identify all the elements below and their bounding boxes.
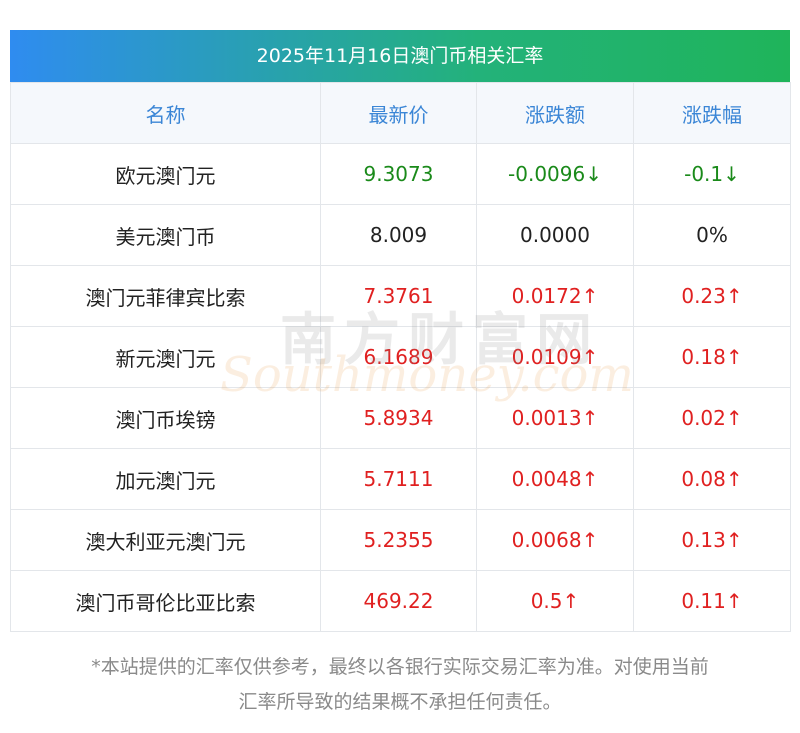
- row-pct: 0.08↑: [633, 448, 791, 510]
- row-name: 美元澳门币: [10, 204, 321, 266]
- row-price: 469.22: [320, 570, 477, 632]
- table-row: 澳大利亚元澳门元 5.2355 0.0068↑ 0.13↑: [10, 509, 791, 571]
- row-pct: 0.18↑: [633, 326, 791, 388]
- row-change: 0.0172↑: [476, 265, 634, 327]
- table-header-row: 名称 最新价 涨跌额 涨跌幅: [10, 82, 791, 144]
- row-price: 9.3073: [320, 143, 477, 205]
- disclaimer-line-2: 汇率所导致的结果概不承担任何责任。: [238, 691, 562, 713]
- row-pct: 0.11↑: [633, 570, 791, 632]
- rates-panel: 2025年11月16日澳门币相关汇率 名称 最新价 涨跌额 涨跌幅 欧元澳门元 9…: [10, 30, 791, 632]
- row-price: 7.3761: [320, 265, 477, 327]
- table-row: 欧元澳门元 9.3073 -0.0096↓ -0.1↓: [10, 143, 791, 205]
- header-name: 名称: [10, 82, 321, 144]
- row-pct: 0.02↑: [633, 387, 791, 449]
- disclaimer: *本站提供的汇率仅供参考，最终以各银行实际交易汇率为准。对使用当前 汇率所导致的…: [10, 650, 790, 720]
- table-row: 澳门币哥伦比亚比索 469.22 0.5↑ 0.11↑: [10, 570, 791, 632]
- row-name: 澳门币埃镑: [10, 387, 321, 449]
- table-row: 新元澳门元 6.1689 0.0109↑ 0.18↑: [10, 326, 791, 388]
- row-price: 8.009: [320, 204, 477, 266]
- row-name: 加元澳门元: [10, 448, 321, 510]
- row-price: 5.7111: [320, 448, 477, 510]
- row-name: 澳门元菲律宾比索: [10, 265, 321, 327]
- header-pct: 涨跌幅: [633, 82, 791, 144]
- row-change: 0.5↑: [476, 570, 634, 632]
- row-pct: 0%: [633, 204, 791, 266]
- row-change: 0.0068↑: [476, 509, 634, 571]
- row-change: 0.0048↑: [476, 448, 634, 510]
- table-title: 2025年11月16日澳门币相关汇率: [10, 30, 790, 82]
- table-row: 澳门币埃镑 5.8934 0.0013↑ 0.02↑: [10, 387, 791, 449]
- row-change: 0.0109↑: [476, 326, 634, 388]
- table-row: 加元澳门元 5.7111 0.0048↑ 0.08↑: [10, 448, 791, 510]
- rates-table: 名称 最新价 涨跌额 涨跌幅 欧元澳门元 9.3073 -0.0096↓ -0.1↓ 美…: [10, 82, 791, 632]
- row-change: 0.0013↑: [476, 387, 634, 449]
- row-price: 6.1689: [320, 326, 477, 388]
- row-pct: 0.13↑: [633, 509, 791, 571]
- row-name: 澳大利亚元澳门元: [10, 509, 321, 571]
- row-pct: -0.1↓: [633, 143, 791, 205]
- disclaimer-line-1: *本站提供的汇率仅供参考，最终以各银行实际交易汇率为准。对使用当前: [91, 656, 709, 678]
- row-price: 5.2355: [320, 509, 477, 571]
- row-change: 0.0000: [476, 204, 634, 266]
- table-row: 澳门元菲律宾比索 7.3761 0.0172↑ 0.23↑: [10, 265, 791, 327]
- row-name: 澳门币哥伦比亚比索: [10, 570, 321, 632]
- row-pct: 0.23↑: [633, 265, 791, 327]
- row-name: 新元澳门元: [10, 326, 321, 388]
- header-change: 涨跌额: [476, 82, 634, 144]
- row-change: -0.0096↓: [476, 143, 634, 205]
- header-price: 最新价: [320, 82, 477, 144]
- row-price: 5.8934: [320, 387, 477, 449]
- row-name: 欧元澳门元: [10, 143, 321, 205]
- table-row: 美元澳门币 8.009 0.0000 0%: [10, 204, 791, 266]
